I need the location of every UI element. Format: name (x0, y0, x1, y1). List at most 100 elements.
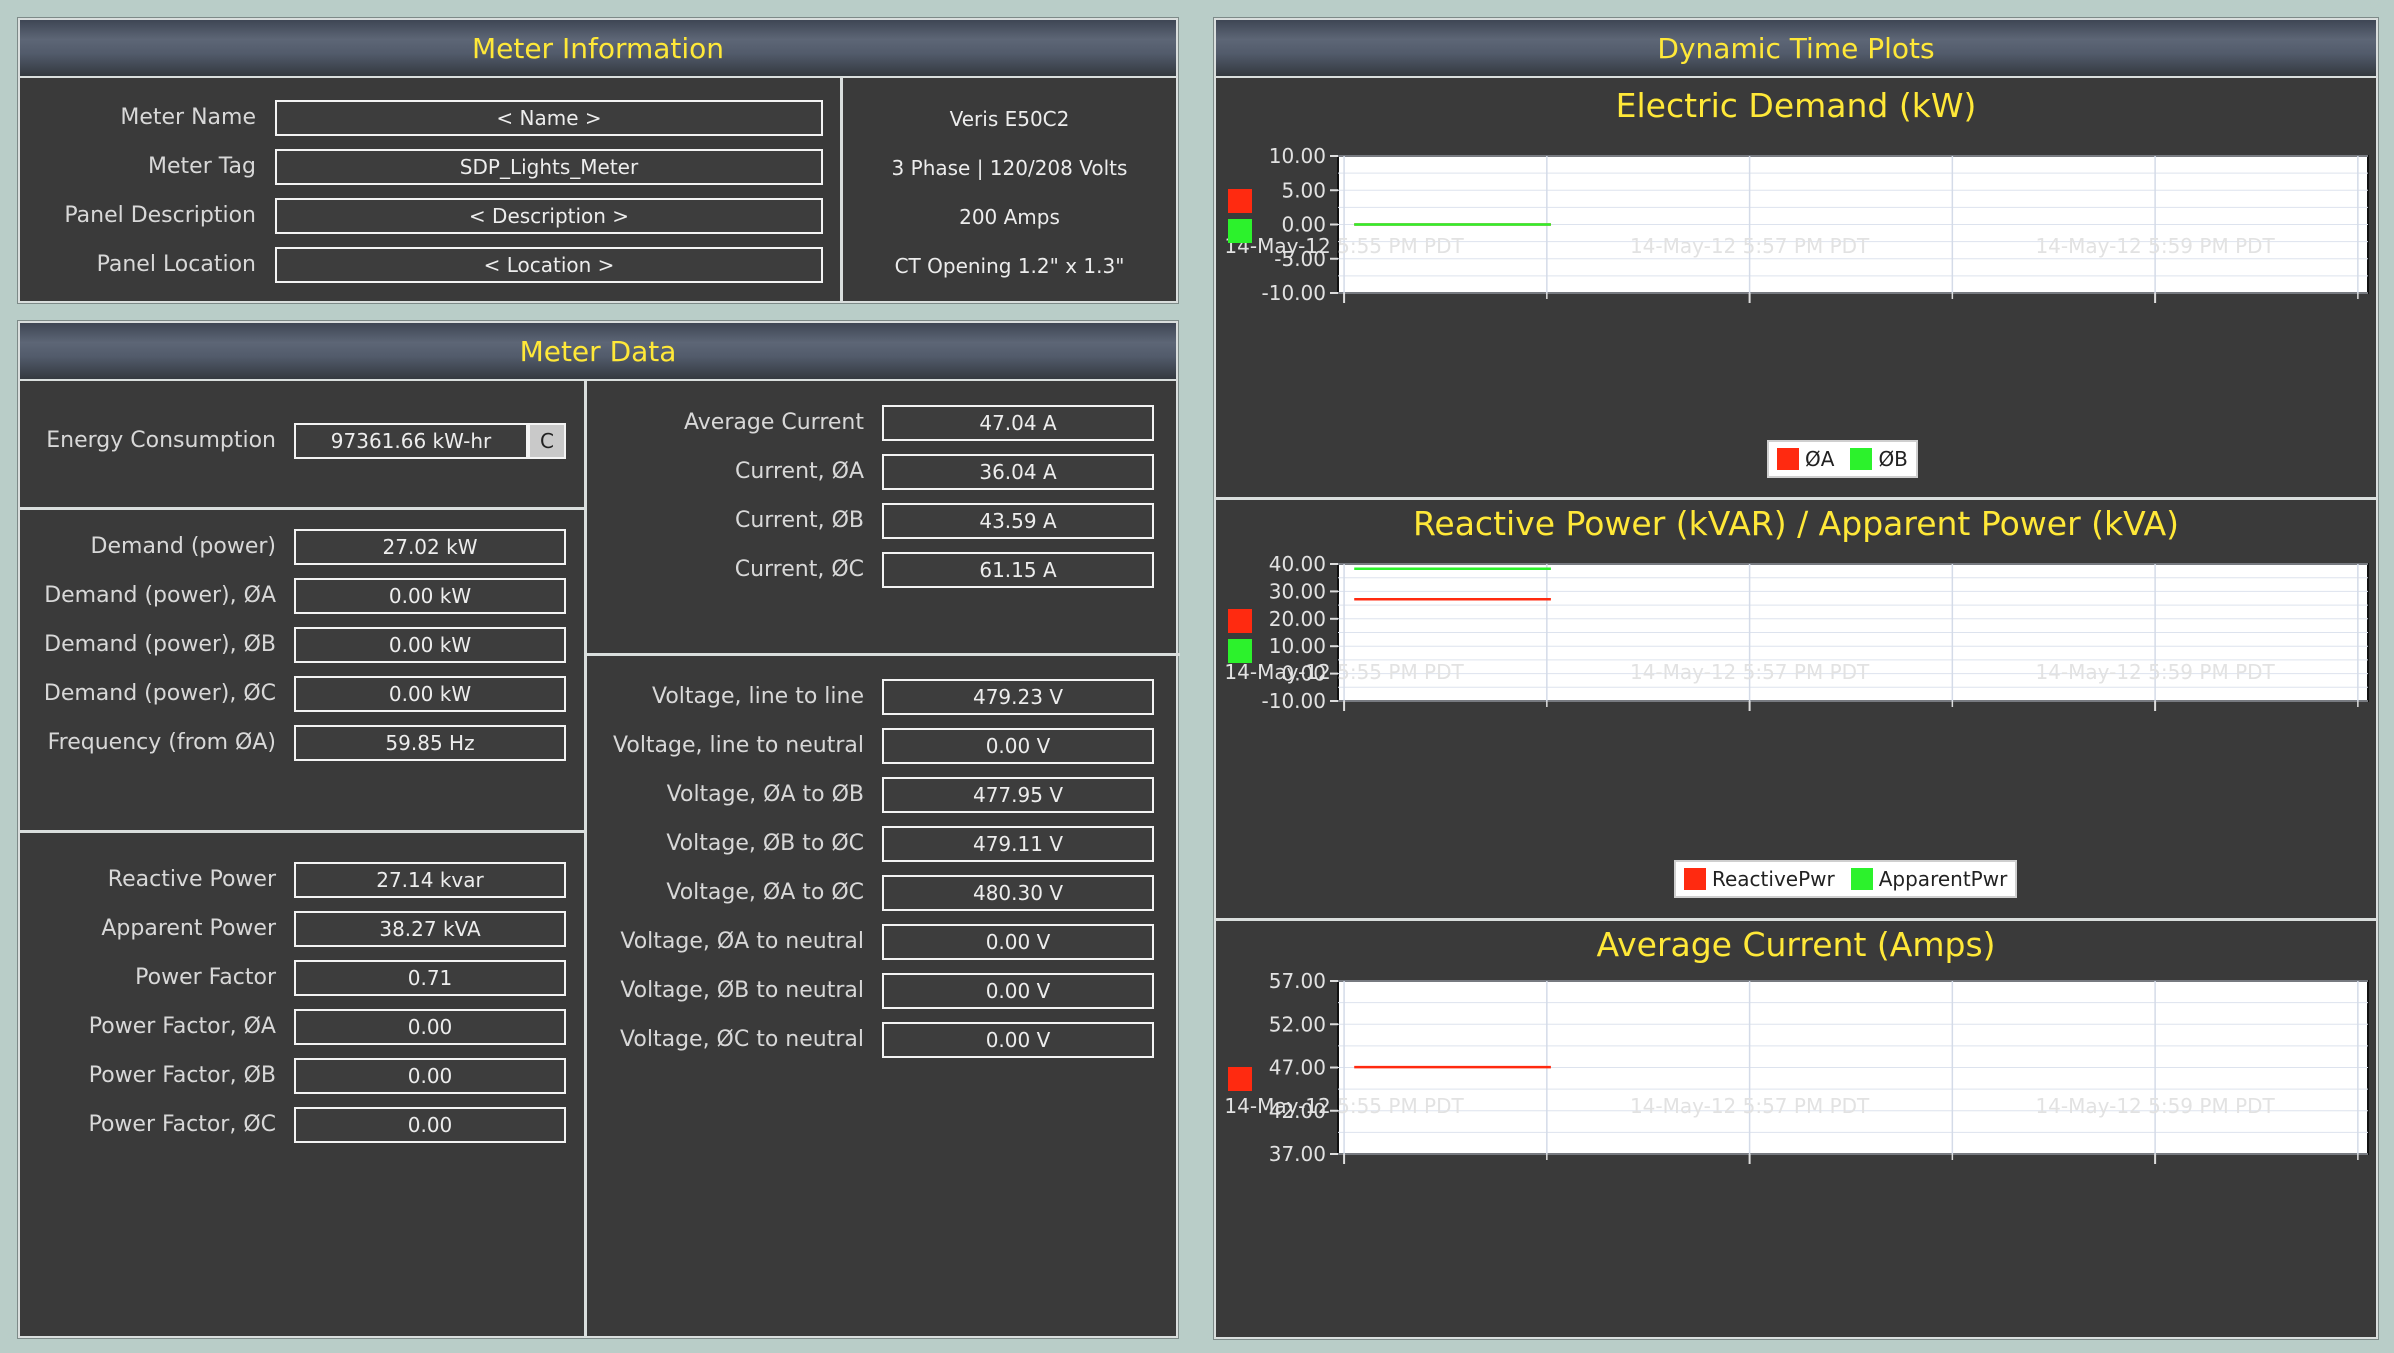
voltage-line-to-neutral-label: Voltage, line to neutral (613, 733, 864, 758)
reactive-power-label: Reactive Power (107, 867, 276, 892)
voltage-a-to-neutral-field[interactable]: 0.00 V (882, 924, 1154, 960)
demand-power-c-label: Demand (power), ØC (43, 681, 276, 706)
x-tick-label: 14-May-12 5:57 PM PDT (1630, 234, 1870, 258)
average-current-field[interactable]: 47.04 A (882, 405, 1154, 441)
panel-description-field[interactable]: < Description > (275, 198, 823, 234)
voltage-b-to-c-field[interactable]: 479.11 V (882, 826, 1154, 862)
power-factor-c-label: Power Factor, ØC (88, 1112, 276, 1137)
voltage-a-to-b-field[interactable]: 477.95 V (882, 777, 1154, 813)
demand-power-b-field[interactable]: 0.00 kW (294, 627, 566, 663)
demand-power-c-field[interactable]: 0.00 kW (294, 676, 566, 712)
demand-power-b-label: Demand (power), ØB (44, 632, 276, 657)
reactive-power-field[interactable]: 27.14 kvar (294, 862, 566, 898)
reactive-apparent-power-chart: Reactive Power (kVAR) / Apparent Power (… (1216, 500, 2376, 921)
power-factor-field[interactable]: 0.71 (294, 960, 566, 996)
reactive-apparent-power-plot: 40.0030.0020.0010.000.00-10.0014-May-12 … (1224, 552, 2369, 713)
y-tick-label: -10.00 (1262, 281, 1326, 305)
apparent-power-field[interactable]: 38.27 kVA (294, 911, 566, 947)
meter-phase-text: 3 Phase | 120/208 Volts (891, 156, 1128, 180)
meter-ct-text: CT Opening 1.2" x 1.3" (894, 254, 1125, 278)
legend-swatch (1684, 868, 1706, 890)
legend-item: ØA (1777, 447, 1834, 471)
frequency-field[interactable]: 59.85 Hz (294, 725, 566, 761)
average-current-label: Average Current (684, 410, 864, 435)
series-current-indicator (1228, 1067, 1252, 1091)
panel-location-label: Panel Location (96, 252, 256, 277)
x-tick-label: 14-May-12 5:55 PM PDT (1224, 1094, 1464, 1118)
frequency-label: Frequency (from ØA) (47, 730, 276, 755)
y-tick-label: 52.00 (1269, 1012, 1326, 1036)
y-tick-label: -10.00 (1262, 689, 1326, 713)
electric-demand-chart: Electric Demand (kW) 10.00 5.00 0.00 -5.00-… (1216, 78, 2376, 499)
voltage-b-to-neutral-field[interactable]: 0.00 V (882, 973, 1154, 1009)
meter-data-title: Meter Data (20, 323, 1176, 381)
series-reactive-indicator (1228, 609, 1252, 633)
series-b-indicator (1228, 219, 1252, 243)
meter-model-text: Veris E50C2 (949, 107, 1070, 131)
y-tick-label: 37.00 (1269, 1142, 1326, 1166)
electric-demand-plot: 10.005.000.00-5.00-10.0014-May-12 5:55 P… (1224, 144, 2369, 305)
y-tick-label: 47.00 (1269, 1056, 1326, 1080)
voltage-c-to-neutral-field[interactable]: 0.00 V (882, 1022, 1154, 1058)
panel-location-field[interactable]: < Location > (275, 247, 823, 283)
current-c-field[interactable]: 61.15 A (882, 552, 1154, 588)
meter-data-panel: Meter Data Energy Consumption 97361.66 k… (17, 320, 1180, 1339)
current-divider (587, 653, 1180, 656)
meter-tag-field[interactable]: SDP_Lights_Meter (275, 149, 823, 185)
dynamic-time-plots-panel: Dynamic Time Plots Electric Demand (kW) … (1213, 17, 2379, 1340)
voltage-b-to-c-label: Voltage, ØB to ØC (666, 831, 864, 856)
x-tick-label: 14-May-12 5:59 PM PDT (2035, 234, 2275, 258)
demand-power-label: Demand (power) (90, 534, 276, 559)
power-factor-c-field[interactable]: 0.00 (294, 1107, 566, 1143)
voltage-c-to-neutral-label: Voltage, ØC to neutral (620, 1027, 864, 1052)
meter-name-field[interactable]: < Name > (275, 100, 823, 136)
y-tick-label: 57.00 (1269, 969, 1326, 993)
meter-information-title: Meter Information (20, 20, 1176, 78)
meter-name-label: Meter Name (120, 105, 256, 130)
x-tick-label: 14-May-12 5:59 PM PDT (2035, 1094, 2275, 1118)
current-a-field[interactable]: 36.04 A (882, 454, 1154, 490)
demand-divider (20, 830, 584, 833)
voltage-a-to-c-field[interactable]: 480.30 V (882, 875, 1154, 911)
demand-power-a-field[interactable]: 0.00 kW (294, 578, 566, 614)
power-factor-a-field[interactable]: 0.00 (294, 1009, 566, 1045)
meter-information-panel: Meter Information Meter Name < Name > Me… (17, 17, 1179, 304)
series-a-indicator (1228, 189, 1252, 213)
power-factor-b-label: Power Factor, ØB (88, 1063, 276, 1088)
current-c-label: Current, ØC (734, 557, 864, 582)
legend-swatch (1850, 448, 1873, 470)
voltage-b-to-neutral-label: Voltage, ØB to neutral (620, 978, 864, 1003)
legend-label: ReactivePwr (1712, 867, 1835, 891)
y-tick-label: 5.00 (1281, 178, 1326, 202)
clear-energy-button[interactable]: C (528, 423, 566, 459)
voltage-line-to-line-field[interactable]: 479.23 V (882, 679, 1154, 715)
current-b-field[interactable]: 43.59 A (882, 503, 1154, 539)
meter-amps-text: 200 Amps (959, 205, 1060, 229)
legend-label: ApparentPwr (1878, 867, 2008, 891)
demand-power-a-label: Demand (power), ØA (44, 583, 276, 608)
power-factor-label: Power Factor (135, 965, 276, 990)
demand-power-field[interactable]: 27.02 kW (294, 529, 566, 565)
legend-swatch (1777, 448, 1799, 470)
legend-item: ØB (1850, 447, 1908, 471)
voltage-line-to-neutral-field[interactable]: 0.00 V (882, 728, 1154, 764)
meter-tag-label: Meter Tag (148, 154, 256, 179)
series-apparent-indicator (1228, 639, 1252, 663)
legend-item: ApparentPwr (1850, 867, 2008, 891)
legend-label: ØB (1878, 447, 1908, 471)
dynamic-time-plots-title: Dynamic Time Plots (1216, 20, 2376, 78)
power-factor-b-field[interactable]: 0.00 (294, 1058, 566, 1094)
legend-item: ReactivePwr (1684, 867, 1835, 891)
energy-consumption-field[interactable]: 97361.66 kW-hr (294, 423, 528, 459)
voltage-a-to-neutral-label: Voltage, ØA to neutral (620, 929, 864, 954)
voltage-a-to-c-label: Voltage, ØA to ØC (666, 880, 864, 905)
panel-description-label: Panel Description (64, 203, 256, 228)
x-tick-label: 14-May-12 5:55 PM PDT (1224, 234, 1464, 258)
y-tick-label: 20.00 (1269, 607, 1326, 631)
y-tick-label: 30.00 (1269, 579, 1326, 603)
energy-divider (20, 507, 584, 510)
x-tick-label: 14-May-12 5:55 PM PDT (1224, 660, 1464, 684)
legend-label: ØA (1805, 447, 1835, 471)
x-tick-label: 14-May-12 5:57 PM PDT (1630, 660, 1870, 684)
current-a-label: Current, ØA (735, 459, 864, 484)
